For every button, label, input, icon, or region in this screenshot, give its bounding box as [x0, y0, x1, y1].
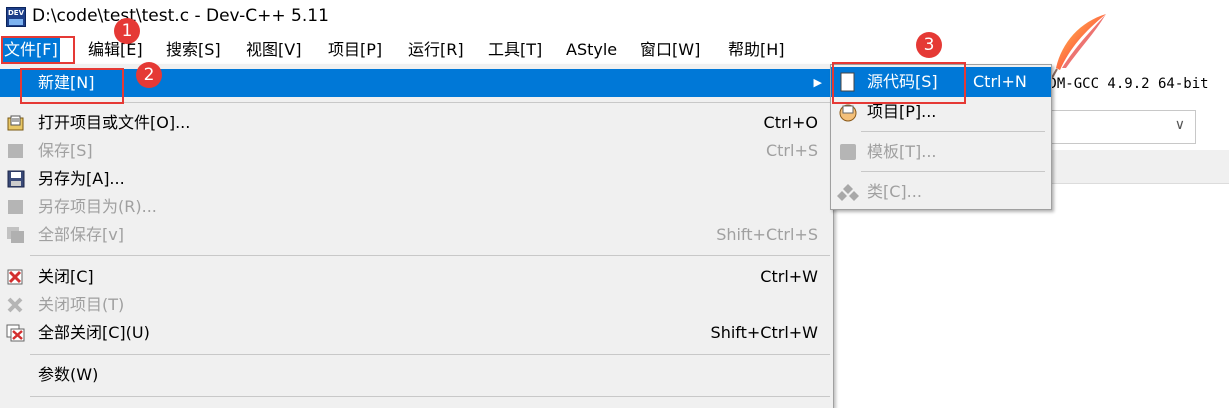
menu-view[interactable]: 视图[V] — [244, 36, 303, 64]
menu-item-close-all[interactable]: 全部关闭[C](U) Shift+Ctrl+W — [0, 319, 832, 347]
toolbar-strip — [1050, 150, 1229, 184]
close-all-icon — [6, 324, 26, 342]
menu-item-label: 另存项目为(R)... — [38, 197, 157, 216]
menu-item-save-as[interactable]: 另存为[A]... — [0, 165, 832, 193]
shortcut-label: Ctrl+O — [763, 113, 818, 132]
menu-separator — [861, 171, 1045, 172]
annotation-badge-3: 3 — [916, 32, 942, 58]
floppy-icon — [6, 170, 26, 188]
submenu-arrow-icon: ▶ — [813, 76, 822, 89]
annotation-badge-2: 2 — [136, 62, 162, 88]
close-project-icon — [6, 296, 26, 314]
file-menu: 新建[N] ▶ 打开项目或文件[O]... Ctrl+O 保存[S] Ctrl+… — [0, 64, 834, 408]
menu-item-label: 关闭[C] — [38, 267, 94, 286]
shortcut-label: Ctrl+S — [765, 141, 818, 160]
menu-item-label: 打开项目或文件[O]... — [38, 113, 191, 132]
menu-project[interactable]: 项目[P] — [326, 36, 384, 64]
submenu-item-label: 类[C]... — [867, 182, 922, 201]
submenu-item-label: 模板[T]... — [867, 142, 937, 161]
shortcut-label: Shift+Ctrl+S — [716, 225, 818, 244]
menu-separator — [861, 131, 1045, 132]
shortcut-label: Ctrl+W — [760, 267, 818, 286]
menu-separator — [30, 396, 830, 397]
chevron-down-icon: ∨ — [1174, 117, 1185, 133]
submenu-item-class[interactable]: 类[C]... — [831, 177, 1051, 207]
menu-item-save[interactable]: 保存[S] Ctrl+S — [0, 137, 832, 165]
menu-item-label: 另存为[A]... — [38, 169, 125, 188]
window-title: D:\code\test\test.c - Dev-C++ 5.11 — [32, 6, 329, 26]
menu-window[interactable]: 窗口[W] — [638, 36, 702, 64]
menu-item-open[interactable]: 打开项目或文件[O]... Ctrl+O — [0, 109, 832, 137]
menu-item-label: 全部关闭[C](U) — [38, 323, 150, 342]
menu-item-parameters[interactable]: 参数(W) — [0, 361, 832, 389]
project-icon — [837, 102, 859, 122]
menu-search[interactable]: 搜索[S] — [164, 36, 223, 64]
menu-help[interactable]: 帮助[H] — [726, 36, 787, 64]
class-icon — [837, 182, 859, 202]
annotation-box-source-code — [832, 62, 966, 104]
menu-item-save-all[interactable]: 全部保存[v] Shift+Ctrl+S — [0, 221, 832, 249]
menu-run[interactable]: 运行[R] — [406, 36, 466, 64]
shortcut-label: Ctrl+N — [973, 72, 1027, 91]
menu-item-label: 参数(W) — [38, 365, 99, 384]
menu-astyle[interactable]: AStyle — [564, 36, 619, 64]
menu-item-close-project[interactable]: 关闭项目(T) — [0, 291, 832, 319]
submenu-item-template[interactable]: 模板[T]... — [831, 137, 1051, 167]
menu-item-label: 保存[S] — [38, 141, 93, 160]
menu-item-save-project-as[interactable]: 另存项目为(R)... — [0, 193, 832, 221]
save-icon — [6, 142, 26, 160]
compiler-select[interactable]: ∨ — [1050, 110, 1196, 144]
annotation-box-file-menu — [1, 36, 75, 64]
menu-separator — [30, 102, 830, 103]
close-file-icon — [6, 268, 26, 286]
shortcut-label: Shift+Ctrl+W — [710, 323, 818, 342]
app-icon: DEV — [6, 7, 26, 27]
menu-item-label: 关闭项目(T) — [38, 295, 125, 314]
menu-separator — [30, 354, 830, 355]
save-all-icon — [6, 226, 26, 244]
menu-separator — [30, 255, 830, 256]
menu-item-close[interactable]: 关闭[C] Ctrl+W — [0, 263, 832, 291]
annotation-badge-1: 1 — [114, 18, 140, 44]
template-icon — [837, 142, 859, 162]
menu-item-label: 全部保存[v] — [38, 225, 124, 244]
open-folder-icon — [6, 114, 26, 132]
menu-item-new[interactable]: 新建[N] ▶ — [0, 69, 832, 97]
menu-tools[interactable]: 工具[T] — [486, 36, 544, 64]
save-project-icon — [6, 198, 26, 216]
annotation-box-new-item — [20, 68, 124, 104]
